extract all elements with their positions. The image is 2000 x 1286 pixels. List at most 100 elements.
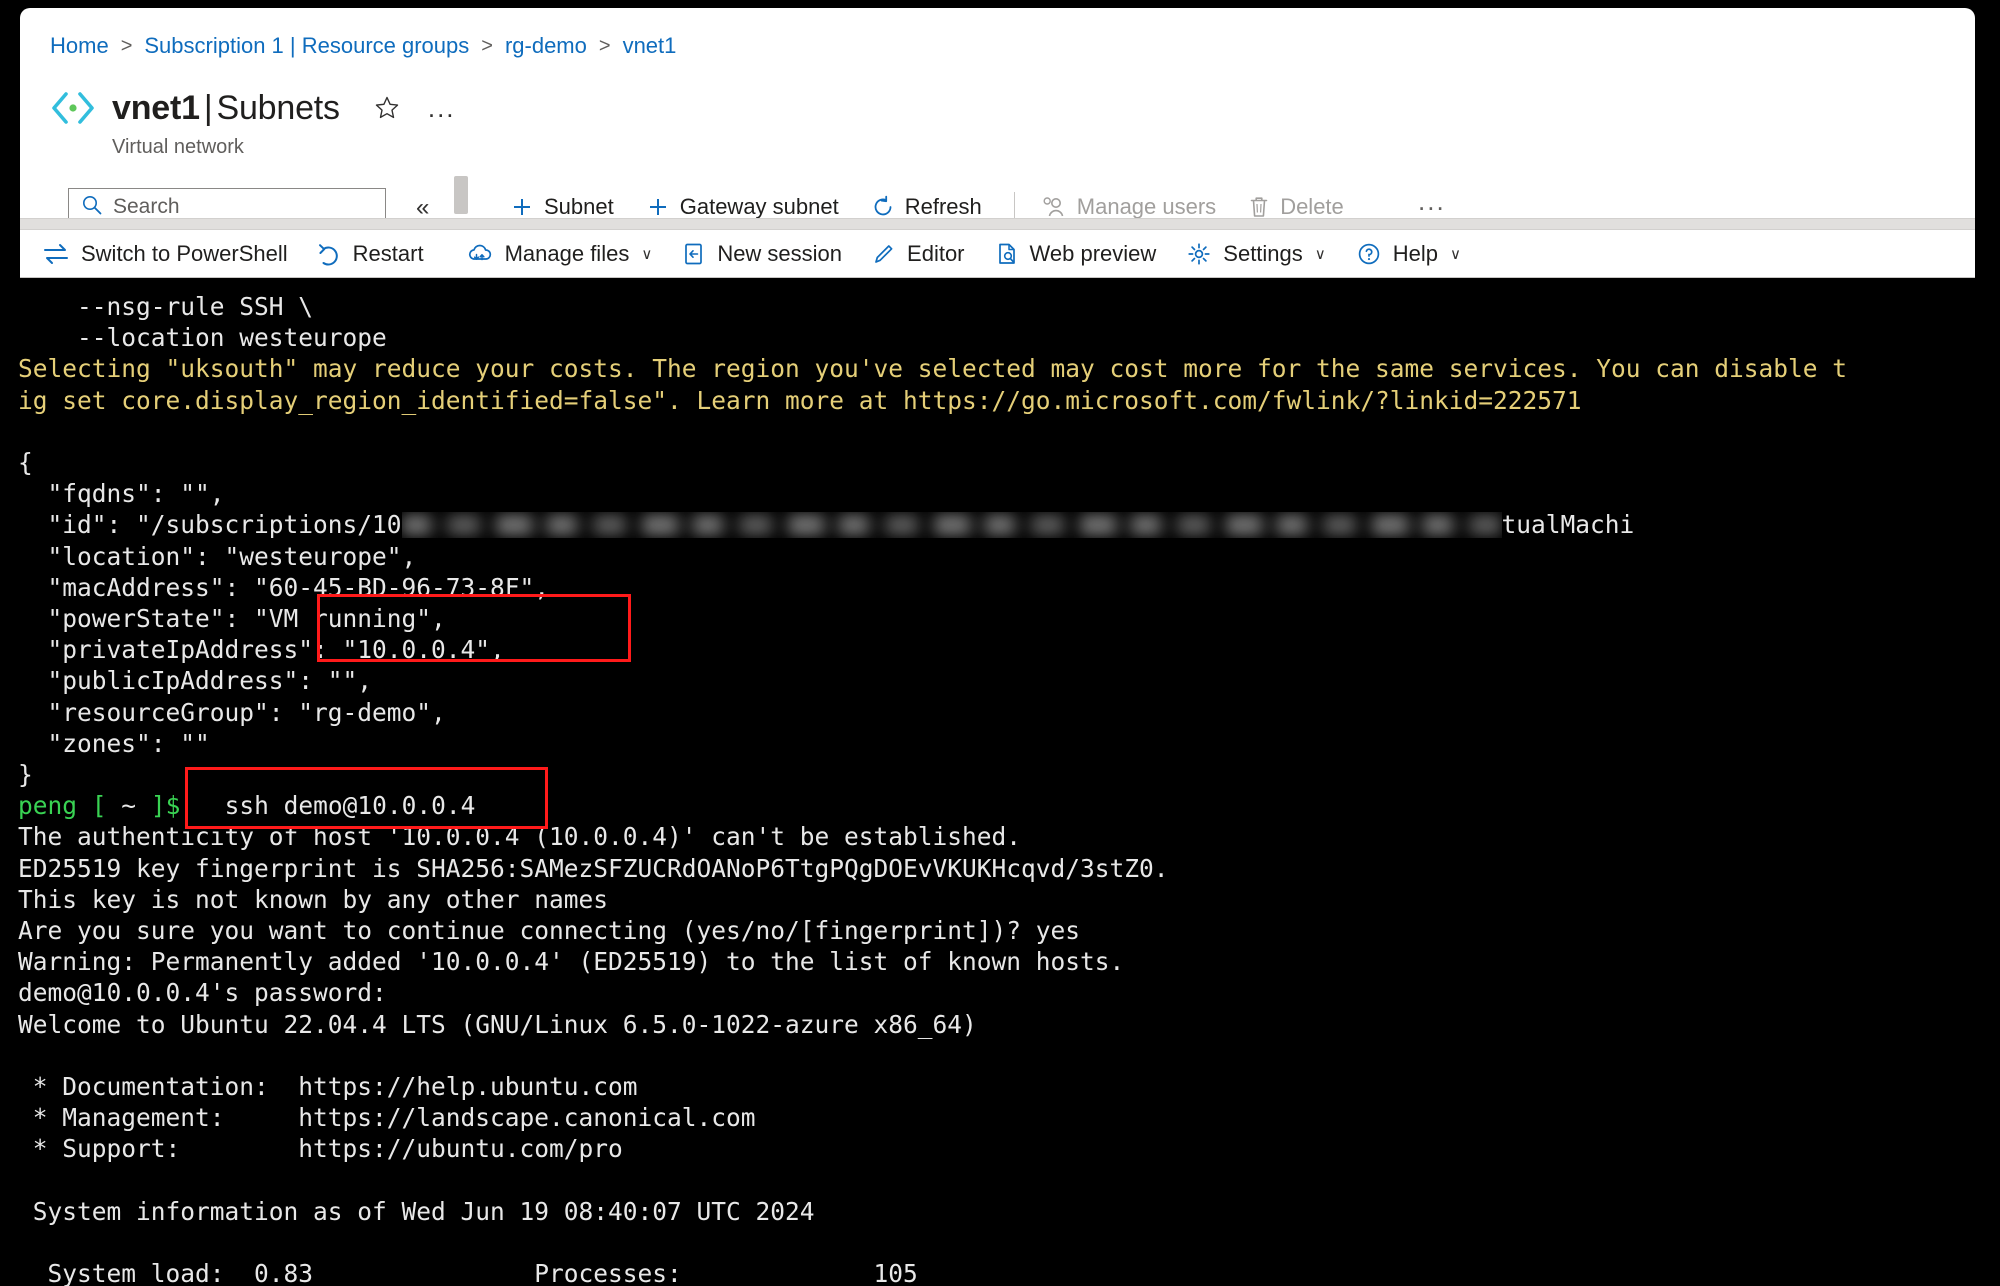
terminal-line: demo@10.0.0.4's password: [18,978,387,1008]
search-icon [81,194,113,221]
delete-button[interactable]: Delete [1248,194,1344,220]
refresh-button[interactable]: Refresh [871,194,982,220]
page-title-resource: vnet1 [112,89,200,127]
breadcrumb-separator: > [598,35,611,57]
web-preview-icon [995,241,1019,267]
add-subnet-button[interactable]: Subnet [510,194,614,220]
settings-button[interactable]: Settings ∨ [1186,241,1326,267]
switch-to-powershell-label: Switch to PowerShell [81,240,288,266]
gear-icon [1186,241,1212,267]
terminal-line: "publicIpAddress": "", [18,666,373,696]
chevron-down-icon[interactable]: ∨ [641,245,652,263]
sidebar-scrollbar-thumb[interactable] [454,176,468,214]
command-bar-overflow-button[interactable]: ... [1418,188,1446,214]
page-subtitle: Virtual network [112,136,244,158]
breadcrumb: Home > Subscription 1 | Resource groups … [50,32,676,60]
terminal-line: Welcome to Ubuntu 22.04.4 LTS (GNU/Linux… [18,1009,977,1039]
new-session-button[interactable]: New session [682,241,842,267]
breadcrumb-separator: > [481,35,493,57]
terminal-line: "location": "westeurope", [18,541,417,571]
chevron-down-icon[interactable]: ∨ [1315,245,1326,263]
search-placeholder: Search [113,195,180,218]
terminal-line: The authenticity of host '10.0.0.4 (10.0… [18,822,1022,852]
manage-files-label: Manage files [504,240,630,266]
delete-label: Delete [1280,194,1344,219]
terminal-line: * Support: https://ubuntu.com/pro [18,1134,623,1164]
restart-button[interactable]: Restart [318,241,436,267]
chevron-down-icon[interactable]: ∨ [1450,245,1461,263]
web-preview-label: Web preview [1029,240,1157,266]
prompt-user: peng [18,791,78,821]
page-title: vnet1 | Subnets [112,88,340,128]
prompt-bracket-open: [ [91,791,107,821]
terminal-line: This key is not known by any other names [18,884,609,914]
restart-label: Restart [352,240,424,266]
terminal-line: * Management: https://landscape.canonica… [18,1103,756,1133]
terminal-line: * Documentation: https://help.ubuntu.com [18,1072,638,1102]
add-gateway-subnet-label: Gateway subnet [679,194,839,219]
terminal-line: "powerState": "VM running", [18,604,446,634]
breadcrumb-item-resource-group[interactable]: rg-demo [505,32,587,60]
prompt-command: ssh demo@10.0.0.4 [180,791,476,821]
virtual-network-icon [50,86,96,130]
add-gateway-subnet-button[interactable]: Gateway subnet [646,194,839,220]
manage-files-button[interactable]: Manage files ∨ [466,240,652,267]
terminal-line: Selecting "uksouth" may reduce your cost… [18,354,1848,384]
terminal-line: "id": "/subscriptions/10 tualMachi [18,509,2000,540]
screen-root: Home > Subscription 1 | Resource groups … [0,0,2000,1286]
new-session-label: New session [717,240,843,266]
terminal-line: System information as of Wed Jun 19 08:4… [18,1196,815,1226]
terminal-line: "resourceGroup": "rg-demo", [18,697,446,727]
breadcrumb-item-subscription[interactable]: Subscription 1 | Resource groups [144,32,469,60]
terminal-line: "zones": "" [18,728,210,758]
terminal-line: "macAddress": "60-45-BD-96-73-8F", [18,572,550,602]
question-icon [1356,241,1382,267]
terminal-text-suffix: tualMachi [1501,510,1635,540]
terminal-line: --nsg-rule SSH \ [18,292,314,321]
switch-to-powershell-button[interactable]: Switch to PowerShell [42,241,288,267]
cloud-shell-toolbar: Switch to PowerShell Restart Manage file… [20,230,1975,278]
cloud-shell-terminal[interactable]: --nsg-rule SSH \ --location westeurope Se… [0,278,2000,1286]
terminal-line: ig set core.display_region_identified=fa… [18,385,1582,415]
new-window-icon [682,241,706,267]
cloud-sync-icon [466,241,494,267]
breadcrumb-separator: > [120,35,133,57]
page-title-row: vnet1 | Subnets ... [50,86,456,130]
restart-icon [318,241,342,267]
terminal-line: } [18,760,33,790]
terminal-line: { [18,448,33,478]
redacted-subscription-id [402,512,1502,538]
terminal-line: System load: 0.83 Processes: 105 [18,1259,918,1286]
terminal-line: "fqdns": "", [18,479,225,509]
page-title-section: Subnets [216,89,340,127]
terminal-line: Warning: Permanently added '10.0.0.4' (E… [18,947,1125,977]
page-title-divider: | [203,89,213,127]
terminal-prompt-line: peng [ ~ ]$ ssh demo@10.0.0.4 [18,790,2000,821]
trash-icon [1248,195,1270,219]
help-button[interactable]: Help ∨ [1356,241,1461,267]
breadcrumb-item-vnet[interactable]: vnet1 [623,32,677,60]
terminal-line: ED25519 key fingerprint is SHA256:SAMezS… [18,853,1169,883]
refresh-icon [871,195,895,219]
page-more-actions-button[interactable]: ... [428,95,456,121]
help-label: Help [1392,240,1439,266]
manage-users-button[interactable]: Manage users [1041,194,1216,220]
prompt-cwd: ~ [106,791,151,821]
star-outline-icon[interactable] [374,95,400,121]
editor-label: Editor [907,240,965,266]
breadcrumb-item-home[interactable]: Home [50,32,109,60]
terminal-line: Are you sure you want to continue connec… [18,916,1081,946]
web-preview-button[interactable]: Web preview [995,240,1157,267]
editor-button[interactable]: Editor [872,240,965,267]
terminal-line: "privateIpAddress": "10.0.0.4", [18,635,505,665]
plus-icon [646,195,670,219]
manage-users-label: Manage users [1076,194,1217,219]
panel-divider-strip [20,218,1975,230]
refresh-label: Refresh [904,194,982,219]
add-subnet-label: Subnet [544,194,614,219]
pencil-icon [872,241,896,267]
